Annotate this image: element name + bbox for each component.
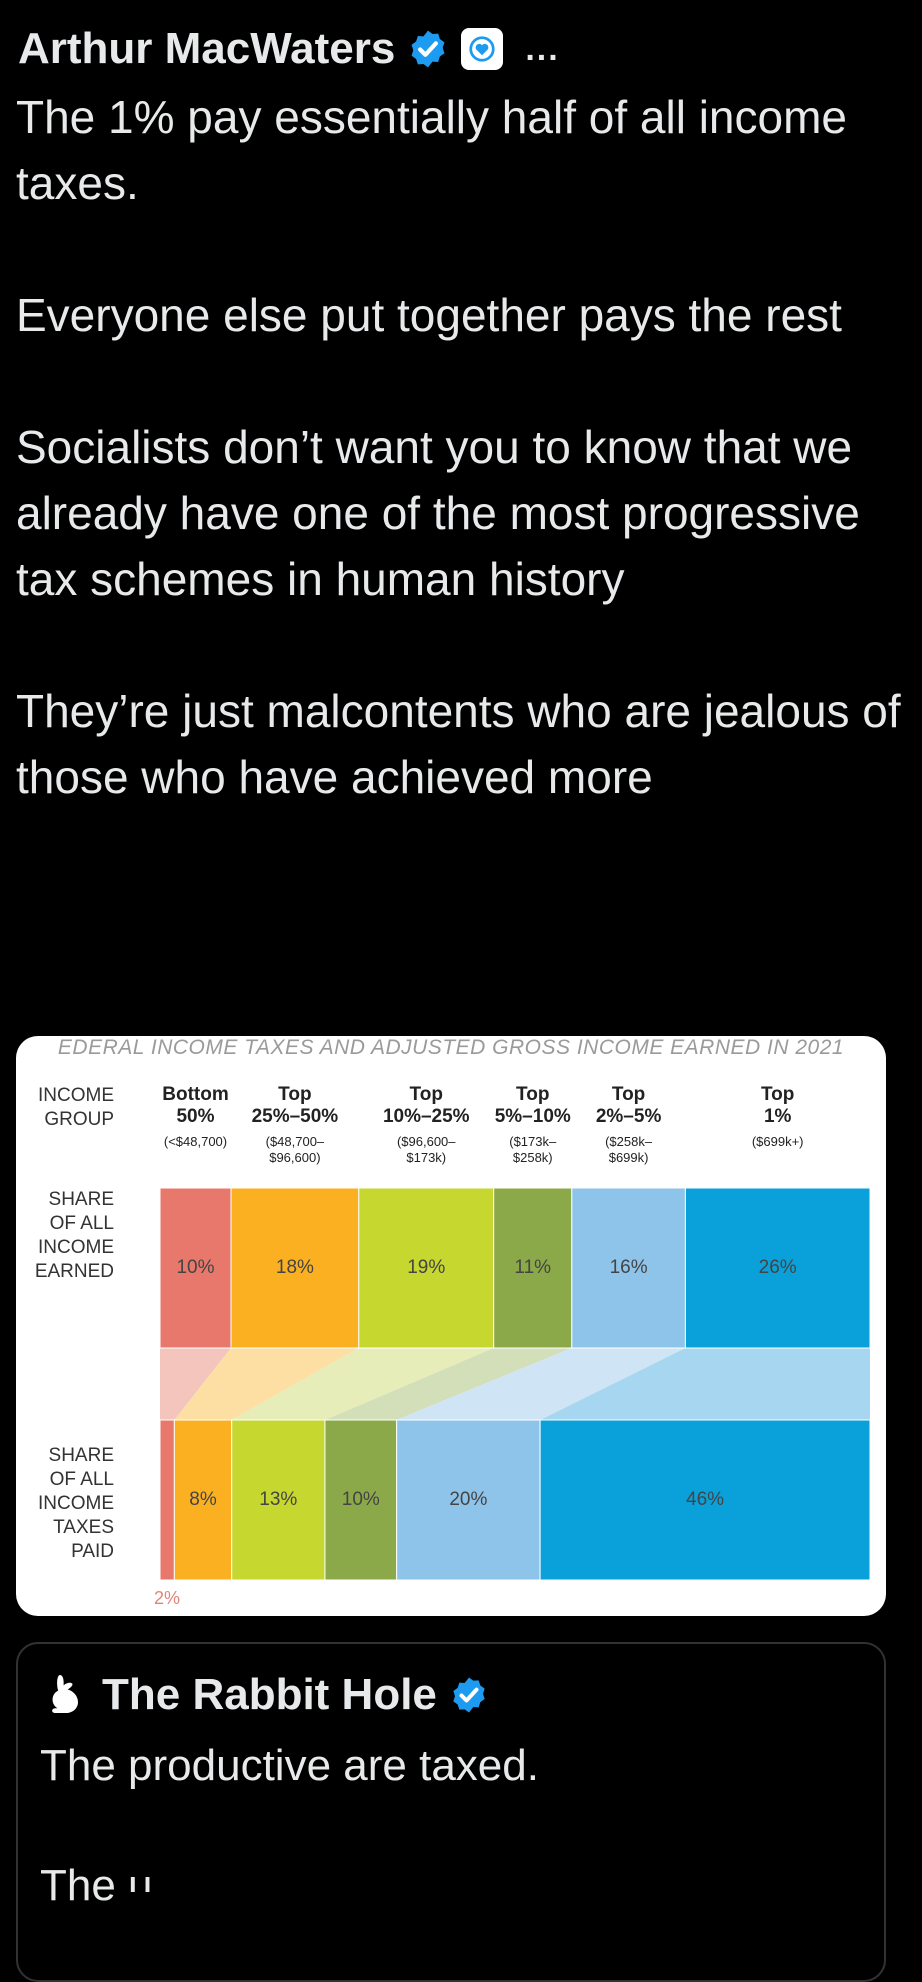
more-options-icon[interactable]: ...: [525, 30, 559, 69]
verified-badge-icon: [411, 30, 445, 68]
tweet-paragraph: Everyone else put together pays the rest: [16, 289, 842, 341]
redaction-block: [118, 1892, 798, 1980]
paid-share-label: 46%: [686, 1489, 725, 1510]
earned-share-label: 26%: [758, 1257, 797, 1278]
earned-share-label: 18%: [275, 1257, 314, 1278]
author-name[interactable]: Arthur MacWaters: [18, 24, 395, 74]
redaction-block: [610, 10, 922, 90]
bottom-50-tax-label: 2%: [154, 1588, 181, 1608]
quoted-tweet[interactable]: The Rabbit Hole The productive are taxed…: [16, 1642, 886, 1982]
paid-bar[interactable]: [159, 1419, 175, 1581]
tweet-paragraph: Socialists don’t want you to know that w…: [16, 421, 860, 605]
paid-share-label: 10%: [341, 1489, 380, 1510]
earned-share-label: 16%: [609, 1257, 648, 1278]
paid-share-label: 8%: [189, 1489, 217, 1510]
earned-share-label: 10%: [176, 1257, 215, 1278]
rabbit-avatar-icon: [52, 1675, 78, 1713]
tweet-paragraph: The 1% pay essentially half of all incom…: [16, 91, 847, 209]
redaction-block: [538, 1644, 884, 1754]
quoted-line: The productive are taxed.: [40, 1741, 539, 1790]
earned-share-label: 11%: [514, 1257, 552, 1278]
tweet-text: The 1% pay essentially half of all incom…: [16, 84, 906, 876]
tweet-paragraph: They’re just malcontents who are jealous…: [16, 685, 901, 803]
tweet-header: Arthur MacWaters ...: [18, 14, 560, 84]
affiliation-badge-icon: [461, 28, 504, 70]
tax-share-chart[interactable]: EDERAL INCOME TAXES AND ADJUSTED GROSS I…: [16, 1036, 886, 1616]
paid-share-label: 13%: [259, 1489, 298, 1510]
paid-share-label: 20%: [449, 1489, 488, 1510]
quoted-tweet-header: The Rabbit Hole: [42, 1670, 489, 1720]
verified-badge-icon: [453, 1677, 485, 1713]
earned-share-label: 19%: [407, 1257, 446, 1278]
quoted-author-name[interactable]: The Rabbit Hole: [102, 1670, 437, 1720]
